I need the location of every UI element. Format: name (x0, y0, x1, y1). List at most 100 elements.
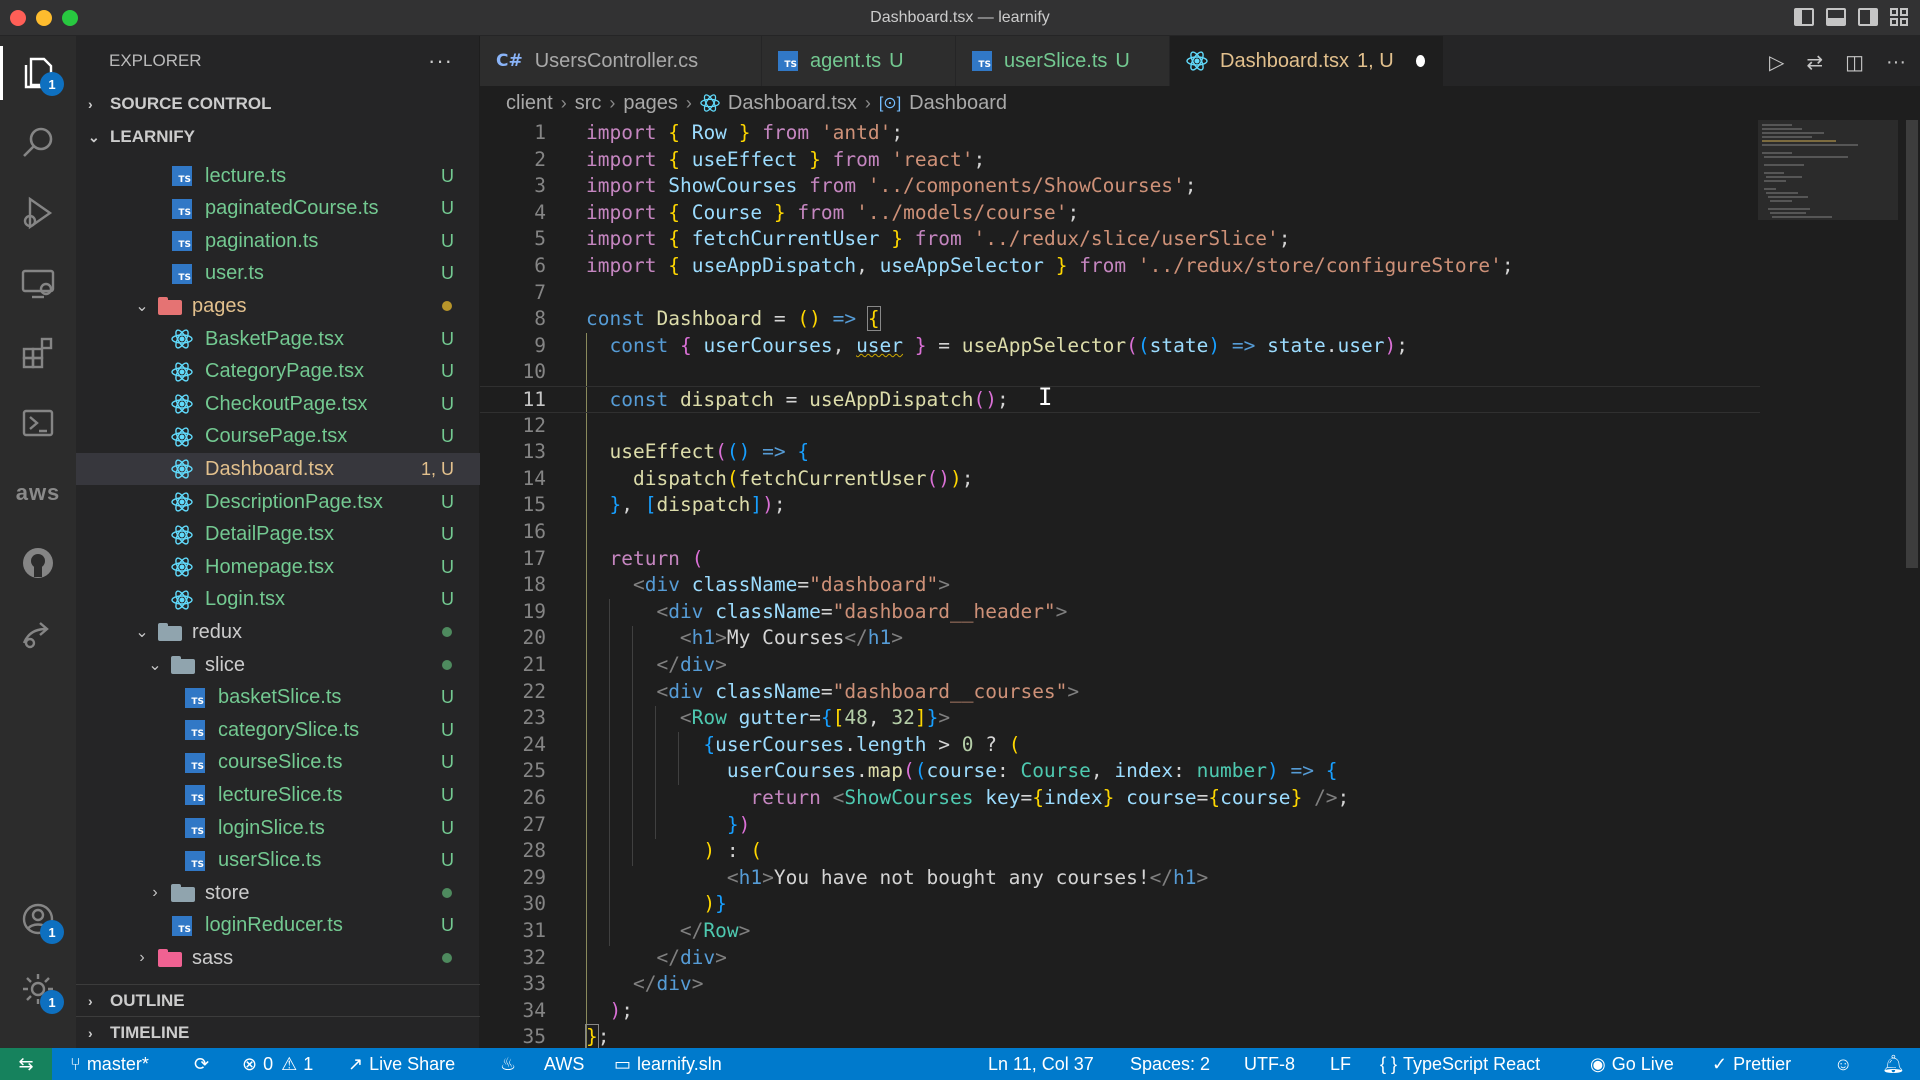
remote-indicator-icon[interactable]: ⇆ (0, 1048, 52, 1080)
code-line[interactable]: 29 <h1>You have not bought any courses!<… (480, 865, 1760, 892)
code-line[interactable]: 16 (480, 519, 1760, 546)
tree-item[interactable]: ⌄ pages (76, 290, 480, 322)
tree-item[interactable]: TS user.ts U (76, 258, 480, 290)
github-icon[interactable] (0, 530, 76, 596)
tab-userscontroller[interactable]: C# UsersController.cs (480, 36, 762, 86)
split-editor-icon[interactable]: ◫ (1845, 50, 1864, 75)
editor-scrollbar[interactable] (1904, 120, 1920, 1048)
indentation-status[interactable]: Spaces: 2 (1130, 1048, 1210, 1080)
more-actions-icon[interactable]: ··· (1886, 51, 1906, 74)
feedback-icon[interactable]: ☺ (1834, 1048, 1852, 1080)
tree-item[interactable]: ⌄ slice (76, 649, 480, 681)
live-share-icon[interactable] (0, 600, 76, 666)
encoding-status[interactable]: UTF-8 (1244, 1048, 1295, 1080)
code-line[interactable]: 35}; (480, 1024, 1760, 1048)
explorer-icon[interactable]: 1 (0, 40, 76, 106)
source-control-section[interactable]: › SOURCE CONTROL (76, 88, 480, 120)
tab-dashboard[interactable]: Dashboard.tsx 1, U (1170, 36, 1444, 86)
customize-layout-icon[interactable] (1890, 8, 1910, 26)
breadcrumb-pages[interactable]: pages (623, 92, 678, 115)
tree-item[interactable]: TS pagination.ts U (76, 225, 480, 257)
breadcrumb-symbol[interactable]: Dashboard (909, 92, 1007, 115)
code-line[interactable]: 26 return <ShowCourses key={index} cours… (480, 785, 1760, 812)
go-live-status[interactable]: ◉ Go Live (1590, 1048, 1674, 1080)
minimap[interactable] (1758, 120, 1898, 1048)
unsaved-dot-icon[interactable] (1415, 55, 1425, 67)
chevron-right-icon[interactable]: › (147, 884, 163, 902)
toggle-primary-sidebar-icon[interactable] (1794, 8, 1814, 26)
chevron-down-icon[interactable]: ⌄ (147, 655, 163, 675)
code-editor[interactable]: 1 import { Row } from 'antd'; 2 import { us… (480, 120, 1920, 1048)
terminal-icon[interactable] (0, 390, 76, 456)
explorer-more-actions-icon[interactable]: ··· (428, 48, 453, 74)
tree-item[interactable]: TS paginatedCourse.ts U (76, 193, 480, 225)
toggle-secondary-sidebar-icon[interactable] (1858, 8, 1878, 26)
tree-item[interactable]: › store (76, 877, 480, 909)
code-line[interactable]: 20 <h1>My Courses</h1> (480, 625, 1760, 652)
tree-item[interactable]: Login.tsx U (76, 584, 480, 616)
tree-item[interactable]: CategoryPage.tsx U (76, 356, 480, 388)
cursor-position[interactable]: Ln 11, Col 37 (988, 1048, 1094, 1080)
code-line[interactable]: 31 </Row> (480, 918, 1760, 945)
language-mode[interactable]: { } TypeScript React (1380, 1048, 1540, 1080)
aws-toolkit-icon[interactable]: aws (0, 460, 76, 526)
toggle-panel-icon[interactable] (1826, 8, 1846, 26)
tree-item[interactable]: TS categorySlice.ts U (76, 714, 480, 746)
code-line[interactable]: 11 const dispatch = useAppDispatch(); (480, 386, 1760, 413)
tree-item[interactable]: TS loginSlice.ts U (76, 812, 480, 844)
notifications-bell-icon[interactable]: 🔔︎ (1882, 1048, 1905, 1080)
extensions-icon[interactable] (0, 320, 76, 386)
branch-indicator[interactable]: ⑂ master* (70, 1048, 149, 1080)
learnify-section[interactable]: ⌄ LEARNIFY (76, 121, 480, 153)
tree-item[interactable]: TS basketSlice.ts U (76, 682, 480, 714)
tree-item[interactable]: TS userSlice.ts U (76, 845, 480, 877)
code-line[interactable]: 27 }) (480, 812, 1760, 839)
breadcrumb-file[interactable]: Dashboard.tsx (728, 92, 857, 115)
tree-item[interactable]: ⌄ redux (76, 616, 480, 648)
run-icon[interactable]: ▷ (1769, 50, 1784, 75)
tree-item[interactable]: Dashboard.tsx 1, U (76, 453, 480, 486)
code-line[interactable]: 2 import { useEffect } from 'react'; (480, 147, 1760, 174)
chevron-down-icon[interactable]: ⌄ (134, 296, 150, 316)
code-line[interactable]: 32 </div> (480, 945, 1760, 972)
code-line[interactable]: 33 </div> (480, 971, 1760, 998)
timeline-section[interactable]: › TIMELINE (76, 1016, 480, 1048)
tree-item[interactable]: DescriptionPage.tsx U (76, 486, 480, 518)
code-line[interactable]: 5 import { fetchCurrentUser } from '../re… (480, 226, 1760, 253)
code-line[interactable]: 12 (480, 413, 1760, 440)
breadcrumb-src[interactable]: src (575, 92, 602, 115)
code-line[interactable]: 25 userCourses.map((course: Course, inde… (480, 758, 1760, 785)
code-line[interactable]: 15 }, [dispatch]); (480, 492, 1760, 519)
code-line[interactable]: 34 ); (480, 998, 1760, 1025)
tree-item[interactable]: DetailPage.tsx U (76, 519, 480, 551)
code-line[interactable]: 4 import { Course } from '../models/cours… (480, 200, 1760, 227)
flame-icon[interactable]: ♨ (500, 1048, 516, 1080)
tree-item[interactable]: TS courseSlice.ts U (76, 747, 480, 779)
remote-explorer-icon[interactable] (0, 250, 76, 316)
chevron-right-icon[interactable]: › (134, 949, 150, 967)
code-line[interactable]: 8 const Dashboard = () => { (480, 306, 1760, 333)
outline-section[interactable]: › OUTLINE (76, 984, 480, 1016)
live-share-status[interactable]: ↗ Live Share (348, 1048, 455, 1080)
code-line[interactable]: 7 (480, 280, 1760, 307)
tab-agent[interactable]: TS agent.ts U (762, 36, 956, 86)
tree-item[interactable]: TS lectureSlice.ts U (76, 779, 480, 811)
code-line[interactable]: 10 (480, 359, 1760, 386)
code-line[interactable]: 17 return ( (480, 546, 1760, 573)
code-line[interactable]: 21 </div> (480, 652, 1760, 679)
run-debug-icon[interactable] (0, 180, 76, 246)
code-line[interactable]: 14 dispatch(fetchCurrentUser()); (480, 466, 1760, 493)
tree-item[interactable]: CoursePage.tsx U (76, 421, 480, 453)
code-line[interactable]: 13 useEffect(() => { (480, 439, 1760, 466)
prettier-status[interactable]: ✓ Prettier (1712, 1048, 1791, 1080)
tree-item[interactable]: TS lecture.ts U (76, 160, 480, 192)
chevron-down-icon[interactable]: ⌄ (134, 622, 150, 642)
code-line[interactable]: 19 <div className="dashboard__header"> (480, 599, 1760, 626)
aws-status[interactable]: AWS (544, 1048, 584, 1080)
code-line[interactable]: 18 <div className="dashboard"> (480, 572, 1760, 599)
code-line[interactable]: 3 import ShowCourses from '../components/… (480, 173, 1760, 200)
problems-indicator[interactable]: ⊗ 0 ⚠ 1 (242, 1048, 313, 1080)
breadcrumb-client[interactable]: client (506, 92, 553, 115)
tree-item[interactable]: TS loginReducer.ts U (76, 910, 480, 942)
code-line[interactable]: 23 <Row gutter={[48, 32]}> (480, 705, 1760, 732)
